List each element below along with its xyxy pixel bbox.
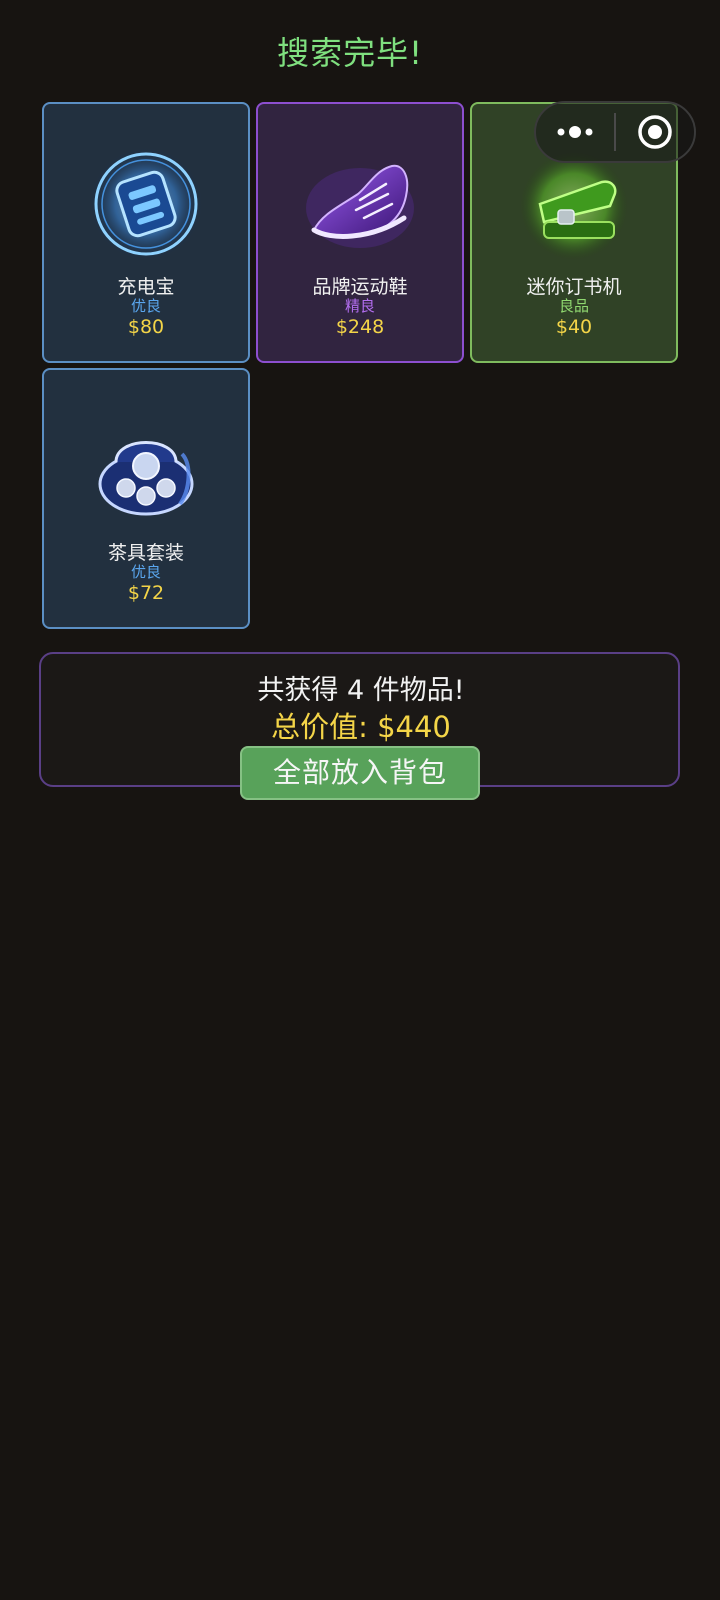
- total-value-text: 总价值: $440: [271, 710, 451, 744]
- tea-set-icon: [86, 410, 206, 530]
- store-all-button[interactable]: 全部放入背包: [240, 746, 480, 800]
- search-result-screen: 搜索完毕! 充电宝 优良 $80 品牌运动鞋 精良 $248 迷你订书机 良品 …: [0, 0, 720, 1600]
- item-rarity: 优良: [130, 297, 161, 315]
- page-title: 搜索完毕!: [277, 34, 423, 72]
- item-price: $40: [555, 316, 593, 338]
- sneaker-icon: [300, 144, 420, 264]
- target-close-icon[interactable]: [616, 103, 694, 161]
- item-rarity: 精良: [344, 297, 375, 315]
- item-count-text: 共获得 4 件物品!: [257, 675, 465, 706]
- item-rarity: 良品: [558, 297, 589, 315]
- more-dots-icon[interactable]: [536, 103, 614, 161]
- item-price: $248: [335, 316, 385, 338]
- item-card-power-bank[interactable]: 充电宝 优良 $80: [42, 102, 250, 363]
- item-rarity: 优良: [130, 563, 161, 581]
- miniprogram-capsule: [534, 101, 696, 163]
- power-bank-icon: [86, 144, 206, 264]
- item-price: $80: [127, 316, 165, 338]
- item-card-sneakers[interactable]: 品牌运动鞋 精良 $248: [256, 102, 464, 363]
- item-card-tea-set[interactable]: 茶具套装 优良 $72: [42, 368, 250, 629]
- item-price: $72: [127, 582, 165, 604]
